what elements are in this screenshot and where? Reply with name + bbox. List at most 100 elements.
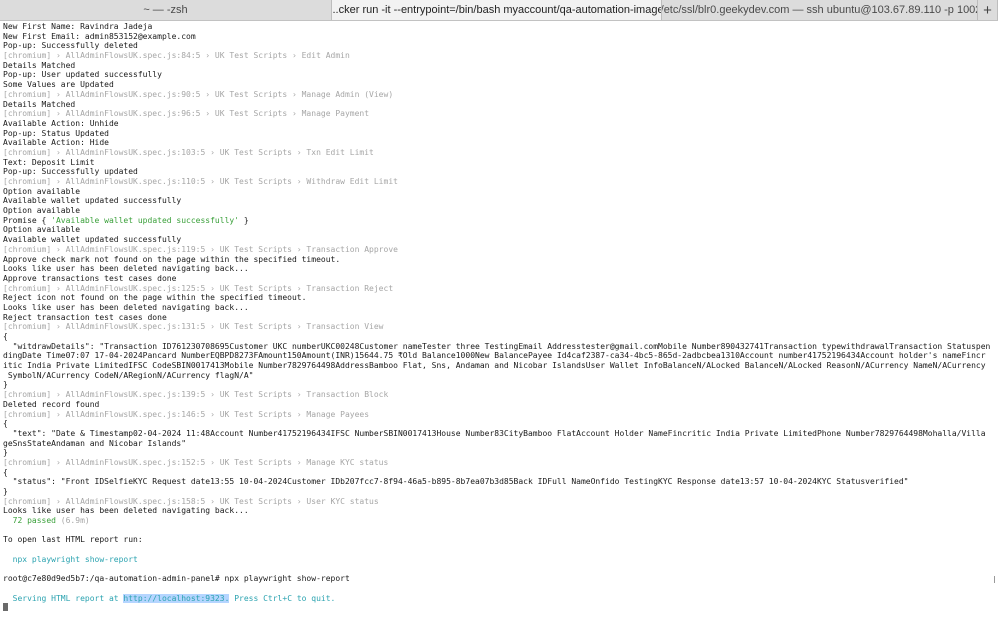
terminal-text: [chromium] › AllAdminFlowsUK.spec.js:139… <box>3 390 389 400</box>
terminal-text: [chromium] › AllAdminFlowsUK.spec.js:131… <box>3 322 384 332</box>
terminal-line: Details Matched <box>3 61 995 71</box>
terminal-line: Looks like user has been deleted navigat… <box>3 264 995 274</box>
terminal-line: Option available <box>3 206 995 216</box>
terminal-output[interactable]: New First Name: Ravindra Jadeja New First… <box>3 22 995 613</box>
terminal-line: { <box>3 419 995 429</box>
terminal-text: itic India Private LimitedIFSC CodeSBIN0… <box>3 361 986 371</box>
terminal-line: npx playwright show-report <box>3 555 995 565</box>
terminal-text: Option available <box>3 225 81 235</box>
new-tab-button[interactable]: + <box>978 0 998 20</box>
terminal-line: dingDate Time07:07 17-04-2024Pancard Num… <box>3 351 995 361</box>
plus-icon: + <box>983 1 992 19</box>
terminal-text: Option available <box>3 206 81 216</box>
terminal-line: root@c7e80d9ed5b7:/qa-automation-admin-p… <box>3 574 995 584</box>
tab-docker-run-title: ...cker run -it --entrypoint=/bin/bash m… <box>332 4 662 16</box>
terminal-line: Serving HTML report at http://localhost:… <box>3 593 995 604</box>
terminal-text: Text: Deposit Limit <box>3 157 95 167</box>
terminal-text: } <box>239 215 249 225</box>
tab-zsh[interactable]: ~ — -zsh <box>0 0 332 20</box>
terminal-text: Available Action: Unhide <box>3 118 119 128</box>
terminal-text: } <box>3 380 8 390</box>
terminal-text: Some Values are Updated <box>3 80 114 90</box>
terminal-line: Promise { 'Available wallet updated succ… <box>3 216 995 226</box>
terminal-text: [chromium] › AllAdminFlowsUK.spec.js:96:… <box>3 109 370 119</box>
terminal-text: Available Action: Hide <box>3 138 109 148</box>
terminal-line: [chromium] › AllAdminFlowsUK.spec.js:110… <box>3 177 995 187</box>
terminal-text: (6.9m) <box>55 516 90 526</box>
terminal-text: Pop-up: User updated successfully <box>3 70 162 80</box>
terminal-line: Available Action: Hide <box>3 138 995 148</box>
terminal-text: Approve transactions test cases done <box>3 273 177 283</box>
terminal-text: "status": "Front IDSelfieKYC Request dat… <box>3 477 909 487</box>
terminal-line: New First Name: Ravindra Jadeja <box>3 22 995 32</box>
terminal-text: 72 passed <box>3 516 56 526</box>
terminal-text: } <box>3 487 8 496</box>
terminal-text: root@c7e80d9ed5b7:/qa-automation-admin-p… <box>3 574 350 584</box>
tab-ssh[interactable]: .../etc/ssl/blr0.geekydev.com — ssh ubun… <box>662 0 978 20</box>
terminal-tab-bar: ~ — -zsh ...cker run -it --entrypoint=/b… <box>0 0 998 21</box>
terminal-text: New First Name: Ravindra Jadeja <box>3 22 153 31</box>
terminal-line: Option available <box>3 225 995 235</box>
terminal-text: "witdrawDetails": "Transaction ID7612307… <box>3 341 991 351</box>
terminal-text: [chromium] › AllAdminFlowsUK.spec.js:90:… <box>3 89 394 99</box>
terminal-line: geSnsStateAndaman and Nicobar Islands" <box>3 439 995 449</box>
terminal-line: Available wallet updated successfully <box>3 196 995 206</box>
terminal-text: { <box>3 419 8 429</box>
terminal-text: Pop-up: Status Updated <box>3 128 109 138</box>
terminal-text: geSnsStateAndaman and Nicobar Islands" <box>3 438 187 448</box>
terminal-line: [chromium] › AllAdminFlowsUK.spec.js:152… <box>3 458 995 468</box>
terminal-text: Looks like user has been deleted navigat… <box>3 264 249 274</box>
terminal-text: Details Matched <box>3 99 76 109</box>
terminal-line: "text": "Date & Timestamp02-04-2024 11:4… <box>3 429 995 439</box>
terminal-cursor <box>3 603 8 612</box>
terminal-line: Some Values are Updated <box>3 80 995 90</box>
terminal-line: Pop-up: User updated successfully <box>3 70 995 80</box>
terminal-line: } <box>3 448 995 458</box>
terminal-line: [chromium] › AllAdminFlowsUK.spec.js:158… <box>3 497 995 507</box>
terminal-text: Available wallet updated successfully <box>3 196 182 206</box>
terminal-line: "status": "Front IDSelfieKYC Request dat… <box>3 477 995 487</box>
terminal-text: { <box>3 467 8 477</box>
terminal-text: Looks like user has been deleted navigat… <box>3 302 249 312</box>
terminal-line: 72 passed (6.9m) <box>3 516 995 526</box>
terminal-line: Approve transactions test cases done <box>3 274 995 284</box>
terminal-line: [chromium] › AllAdminFlowsUK.spec.js:125… <box>3 284 995 294</box>
terminal-text: Pop-up: Successfully deleted <box>3 41 138 51</box>
terminal-text: Reject icon not found on the page within… <box>3 293 307 303</box>
terminal-line: Details Matched <box>3 100 995 110</box>
terminal-text: [chromium] › AllAdminFlowsUK.spec.js:152… <box>3 457 389 467</box>
terminal-text: [chromium] › AllAdminFlowsUK.spec.js:103… <box>3 147 374 157</box>
tab-zsh-title: ~ — -zsh <box>143 4 188 16</box>
terminal-line: Reject icon not found on the page within… <box>3 293 995 303</box>
terminal-text: Approve check mark not found on the page… <box>3 254 341 264</box>
terminal-line: Pop-up: Status Updated <box>3 129 995 139</box>
terminal-line: [chromium] › AllAdminFlowsUK.spec.js:139… <box>3 390 995 400</box>
terminal-text: "text": "Date & Timestamp02-04-2024 11:4… <box>3 428 986 438</box>
terminal-line <box>3 603 995 613</box>
terminal-text: SymbolN/ACurrency CodeN/ARegionN/ACurren… <box>3 370 254 380</box>
terminal-text: [chromium] › AllAdminFlowsUK.spec.js:146… <box>3 409 370 419</box>
terminal-line: [chromium] › AllAdminFlowsUK.spec.js:103… <box>3 148 995 158</box>
terminal-line: Available Action: Unhide <box>3 119 995 129</box>
scroll-indicator[interactable] <box>994 576 995 583</box>
terminal-line: [chromium] › AllAdminFlowsUK.spec.js:146… <box>3 410 995 420</box>
terminal-line: } <box>3 487 995 497</box>
terminal-line: Pop-up: Successfully deleted <box>3 41 995 51</box>
terminal-line: [chromium] › AllAdminFlowsUK.spec.js:131… <box>3 322 995 332</box>
terminal-text: To open last HTML report run: <box>3 535 143 545</box>
terminal-text: Pop-up: Successfully updated <box>3 167 138 177</box>
terminal-line: Option available <box>3 187 995 197</box>
tab-docker-run[interactable]: ...cker run -it --entrypoint=/bin/bash m… <box>332 0 662 20</box>
terminal-line: } <box>3 380 995 390</box>
terminal-text: [chromium] › AllAdminFlowsUK.spec.js:84:… <box>3 51 350 61</box>
selected-url: http://localhost:9323. <box>123 593 230 603</box>
terminal-line: [chromium] › AllAdminFlowsUK.spec.js:96:… <box>3 109 995 119</box>
terminal-text: npx playwright show-report <box>3 554 138 564</box>
terminal-text: [chromium] › AllAdminFlowsUK.spec.js:158… <box>3 496 379 506</box>
terminal-text: { <box>3 332 8 341</box>
terminal-line: Reject transaction test cases done <box>3 313 995 323</box>
terminal-text: Serving HTML report at <box>3 593 124 603</box>
